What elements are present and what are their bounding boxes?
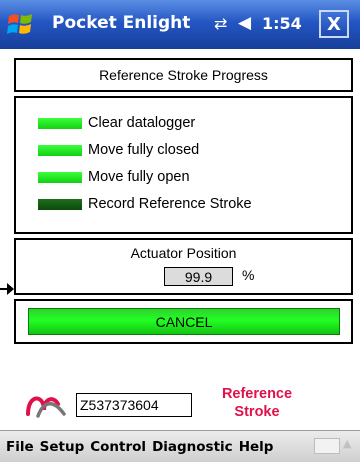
menu-setup[interactable]: Setup	[40, 439, 85, 455]
mode-label: Reference Stroke	[208, 385, 306, 421]
step-status-bar	[38, 117, 82, 129]
cancel-panel: CANCEL	[14, 299, 353, 344]
menu-control[interactable]: Control	[90, 439, 146, 455]
connectivity-icon[interactable]: ⇄	[214, 14, 227, 33]
cancel-button[interactable]: CANCEL	[28, 308, 340, 335]
step-clear-datalogger: Clear datalogger	[38, 115, 195, 131]
actuator-position-label: Actuator Position	[130, 245, 237, 261]
progress-header-panel: Reference Stroke Progress	[14, 58, 353, 92]
step-label: Move fully closed	[88, 142, 200, 158]
windows-flag-icon[interactable]	[6, 10, 36, 38]
actuator-position-value: 99.9	[164, 267, 233, 286]
step-status-bar	[38, 171, 82, 183]
mode-label-line2: Stroke	[234, 404, 280, 420]
keyboard-icon[interactable]	[314, 438, 340, 454]
serial-number-field: Z537373604	[76, 393, 192, 417]
speaker-icon[interactable]: ◀	[238, 13, 251, 33]
clock[interactable]: 1:54	[262, 14, 302, 33]
actuator-position-panel: Actuator Position 99.9 %	[14, 238, 353, 295]
menu-bar: File Setup Control Diagnostic Help ▲	[0, 430, 360, 462]
app-title: Pocket Enlight	[52, 13, 191, 33]
arrow-pointer-icon	[0, 283, 14, 295]
steps-panel: Clear datalogger Move fully closed Move …	[14, 96, 353, 234]
brand-logo-icon	[26, 396, 66, 418]
step-status-bar	[38, 198, 82, 210]
step-record-reference-stroke: Record Reference Stroke	[38, 196, 252, 212]
progress-title: Reference Stroke Progress	[99, 67, 268, 83]
menu-file[interactable]: File	[6, 439, 34, 455]
menu-help[interactable]: Help	[239, 439, 274, 455]
menu-diagnostic[interactable]: Diagnostic	[152, 439, 233, 455]
step-label: Clear datalogger	[88, 115, 196, 131]
step-move-fully-closed: Move fully closed	[38, 142, 199, 158]
title-bar: Pocket Enlight ⇄ ◀ 1:54 X	[0, 0, 360, 49]
chevron-up-icon[interactable]: ▲	[343, 437, 351, 450]
step-label: Move fully open	[88, 169, 190, 185]
mode-label-line1: Reference	[221, 386, 293, 402]
close-button[interactable]: X	[319, 10, 349, 38]
step-status-bar	[38, 144, 82, 156]
step-move-fully-open: Move fully open	[38, 169, 190, 185]
percent-unit: %	[242, 267, 255, 283]
step-label: Record Reference Stroke	[88, 196, 252, 212]
